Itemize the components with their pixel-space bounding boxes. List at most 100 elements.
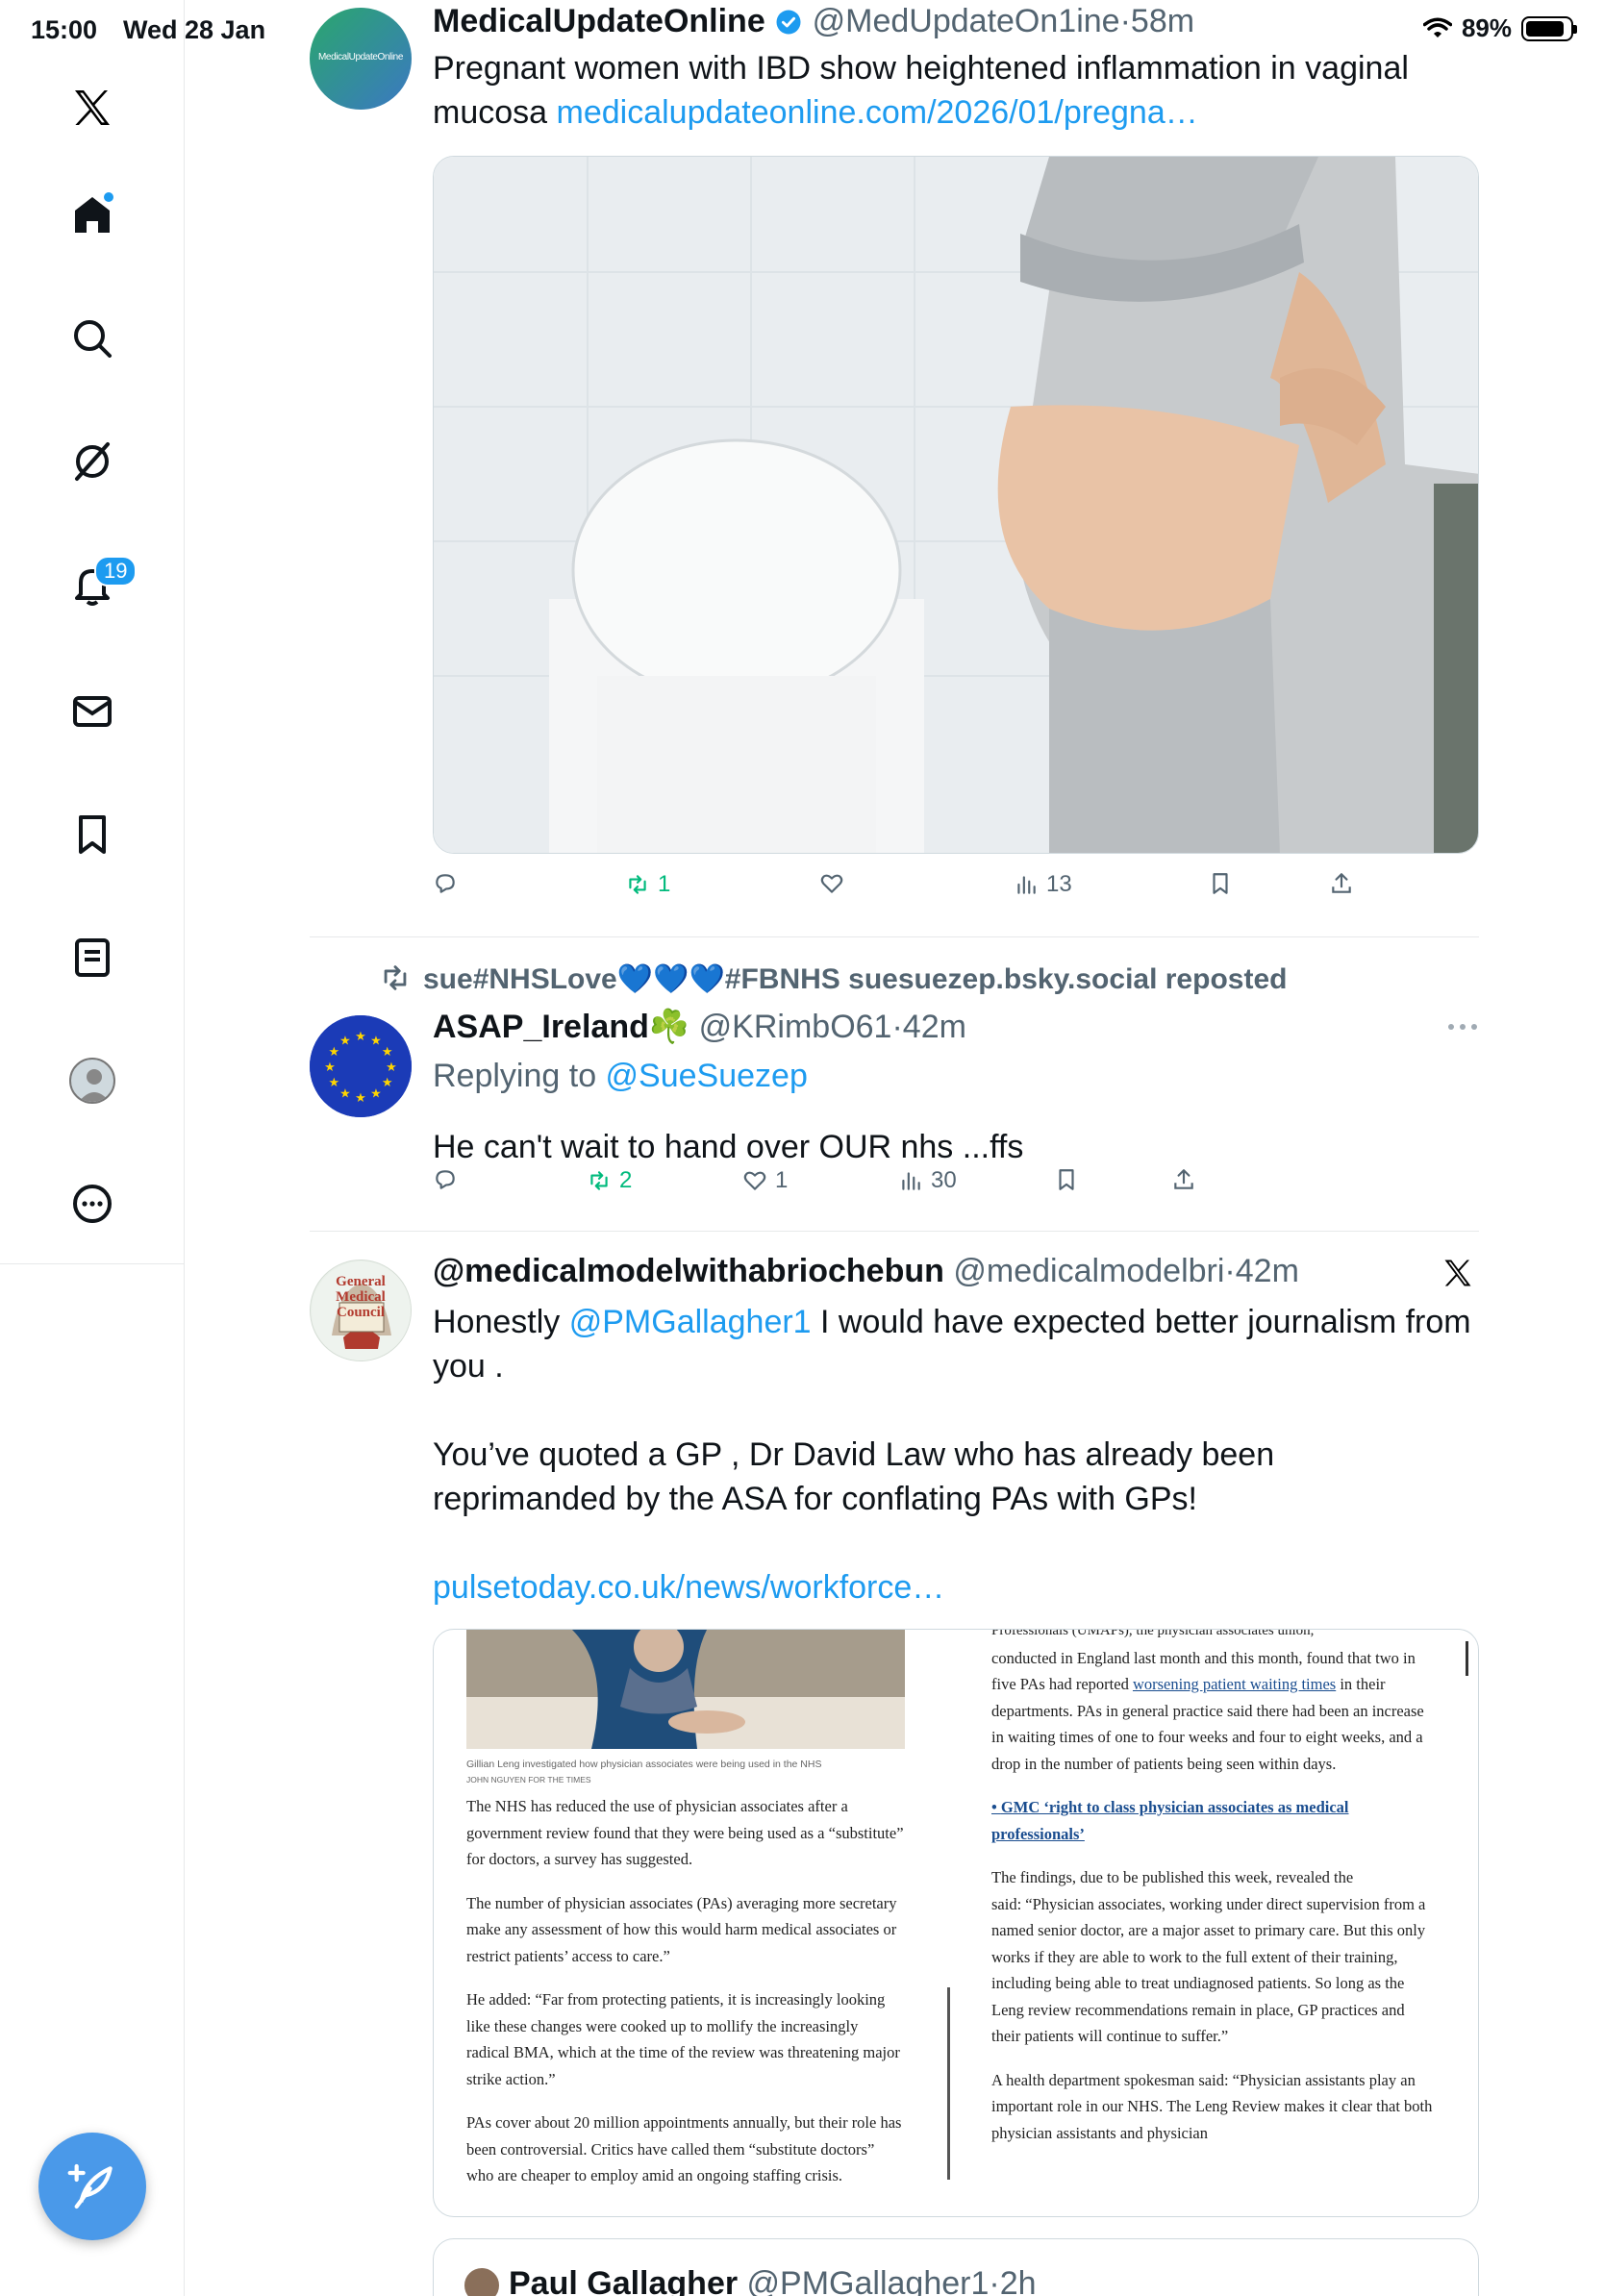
heart-icon: [743, 1171, 766, 1190]
timestamp[interactable]: 42m: [1236, 1253, 1299, 1289]
share-button[interactable]: [1171, 1167, 1196, 1192]
tweet-header: @medicalmodelwithabriochebun @medicalmod…: [433, 1250, 1479, 1292]
article-right-column: Professionals (UMAPs), the physician ass…: [991, 1630, 1434, 2163]
notifications-badge: 19: [94, 556, 138, 586]
avatar-logo-text: MedicalUpdateOnline: [317, 52, 403, 62]
compose-button[interactable]: [38, 2133, 146, 2240]
sidebar-item-grok[interactable]: [58, 427, 127, 496]
views-button[interactable]: 30: [898, 1167, 957, 1194]
sidebar-item-search[interactable]: [58, 304, 127, 373]
reposted-by[interactable]: sue#NHSLove💙💙💙#FBNHS suesuezep.bsky.soci…: [423, 963, 1287, 995]
x-logo-icon[interactable]: [58, 73, 127, 142]
mention-link[interactable]: @PMGallagher1: [569, 1304, 812, 1340]
quoted-header: Paul Gallagher @PMGallagher1·2h: [509, 2262, 1037, 2296]
like-count: 1: [775, 1167, 789, 1193]
bookmark-icon: [79, 815, 106, 854]
timestamp[interactable]: 58m: [1131, 3, 1194, 39]
tweet-header: MedicalUpdateOnline @MedUpdateOn1ine·58m: [433, 0, 1479, 42]
share-button[interactable]: [1329, 871, 1354, 896]
bookmark-button[interactable]: [1054, 1167, 1079, 1192]
like-button[interactable]: 1: [742, 1167, 788, 1194]
article-scroll-indicator: [947, 1987, 950, 2180]
handle[interactable]: @MedUpdateOn1ine: [813, 3, 1120, 39]
more-options-icon[interactable]: [1446, 1019, 1479, 1035]
article-paragraph: The findings, due to be published this w…: [991, 1868, 1354, 1886]
eu-flag-avatar: ★★★★★★★★★ ★ ★★: [310, 1015, 412, 1117]
repost-button[interactable]: 2: [587, 1167, 632, 1194]
list-icon: [75, 938, 110, 977]
sidebar-item-home[interactable]: [58, 181, 127, 250]
sidebar-item-notifications[interactable]: 19: [58, 550, 138, 619]
repost-icon: [629, 875, 646, 894]
sidebar-item-profile[interactable]: [58, 1046, 127, 1115]
separator-dot: ·: [1119, 3, 1131, 39]
article-paragraph: said: “Physician associates, working und…: [991, 1894, 1426, 2046]
eu-star-icon: ★: [355, 1030, 366, 1044]
replying-prefix: Replying to: [433, 1058, 606, 1094]
avatar[interactable]: ★ ★ ★ ★ ★ ★ ★ ★ ★ ★ ★ ★: [310, 1015, 412, 1117]
article-screenshot-image[interactable]: Gillian Leng investigated how physician …: [433, 1629, 1479, 2217]
eu-star-icon: ★: [370, 1034, 382, 1048]
tweet[interactable]: sue#NHSLove💙💙💙#FBNHS suesuezep.bsky.soci…: [310, 958, 1479, 1229]
quoted-handle[interactable]: @PMGallagher1: [747, 2265, 990, 2296]
tweet-link[interactable]: pulsetoday.co.uk/news/workforce…: [433, 1565, 1479, 1610]
bookmark-icon: [1213, 873, 1228, 894]
eu-star-icon: ★: [382, 1045, 393, 1060]
eu-star-icon: ★: [382, 1076, 393, 1090]
sidebar-item-more[interactable]: [58, 1169, 127, 1238]
tweet-text-paragraph: You’ve quoted a GP , Dr David Law who ha…: [433, 1436, 1275, 1517]
reply-mention[interactable]: @SueSuezep: [606, 1058, 808, 1094]
repost-count: 1: [658, 871, 671, 897]
timestamp[interactable]: 42m: [903, 1009, 966, 1045]
quoted-display-name[interactable]: Paul Gallagher: [509, 2265, 738, 2296]
quoted-timestamp[interactable]: 2h: [1000, 2265, 1037, 2296]
bookmark-button[interactable]: [1208, 871, 1233, 896]
tweet-link[interactable]: medicalupdateonline.com/2026/01/pregna…: [557, 94, 1198, 131]
x-logo-icon: [1444, 1260, 1471, 1286]
display-name[interactable]: ASAP_Ireland: [433, 1009, 649, 1045]
tweet[interactable]: General Medical Council @medicalmodelwitha…: [310, 1250, 1479, 2296]
article-paragraph: conducted in England last month and this…: [991, 1648, 1424, 1773]
reply-button[interactable]: [433, 871, 465, 896]
tweet-header: ASAP_Ireland☘️ @KRimbO61·42m: [433, 1006, 1479, 1048]
display-name[interactable]: @medicalmodelwithabriochebun: [433, 1253, 944, 1289]
quoted-avatar[interactable]: [463, 2266, 501, 2296]
article-related-link[interactable]: • GMC ‘right to class physician associat…: [991, 1794, 1434, 1847]
share-icon: [1174, 1169, 1193, 1189]
display-name[interactable]: MedicalUpdateOnline: [433, 3, 765, 39]
like-button[interactable]: [819, 871, 852, 896]
bookmark-icon: [1059, 1169, 1074, 1190]
avatar-logo-text: General Medical Council: [336, 1274, 386, 1320]
tweet-text: Pregnant women with IBD show heightened …: [433, 46, 1433, 135]
handle[interactable]: @medicalmodelbri: [953, 1253, 1224, 1289]
eu-star-icon: ★: [370, 1087, 382, 1102]
tweet-text: Honestly @PMGallagher1 I would have expe…: [433, 1304, 1471, 1385]
sidebar-item-bookmarks[interactable]: [58, 800, 127, 869]
tweet[interactable]: MedicalUpdateOnline MedicalUpdateOnline …: [310, 0, 1479, 938]
repost-count: 2: [619, 1167, 633, 1193]
views-chart-icon: [1017, 876, 1036, 894]
tweet-image[interactable]: [433, 156, 1479, 854]
reply-icon: [436, 874, 455, 893]
avatar[interactable]: General Medical Council: [310, 1260, 412, 1361]
search-icon: [74, 320, 112, 358]
tweet-actions: 2 1 30: [433, 1167, 1479, 1206]
sidebar-item-lists[interactable]: [58, 923, 127, 992]
share-icon: [1332, 873, 1351, 893]
sidebar-item-messages[interactable]: [58, 677, 127, 746]
repost-icon: [590, 1171, 608, 1190]
eu-star-icon: ★: [328, 1076, 339, 1090]
article-scrollbar[interactable]: [1466, 1641, 1468, 1676]
eu-star-icon: ★: [386, 1061, 397, 1075]
quoted-tweet[interactable]: Paul Gallagher @PMGallagher1·2h: [433, 2238, 1479, 2296]
avatar[interactable]: MedicalUpdateOnline: [310, 8, 412, 110]
views-count: 13: [1046, 871, 1072, 897]
views-button[interactable]: 13: [1014, 871, 1072, 898]
tweet-actions: 1 13: [433, 871, 1479, 910]
replying-to: Replying to @SueSuezep: [433, 1054, 1479, 1098]
pregnant-woman-photo: [434, 157, 1478, 853]
verified-badge-icon: [776, 10, 801, 35]
handle[interactable]: @KRimbO61: [699, 1009, 892, 1045]
reply-button[interactable]: [433, 1167, 465, 1192]
repost-button[interactable]: 1: [625, 871, 670, 898]
